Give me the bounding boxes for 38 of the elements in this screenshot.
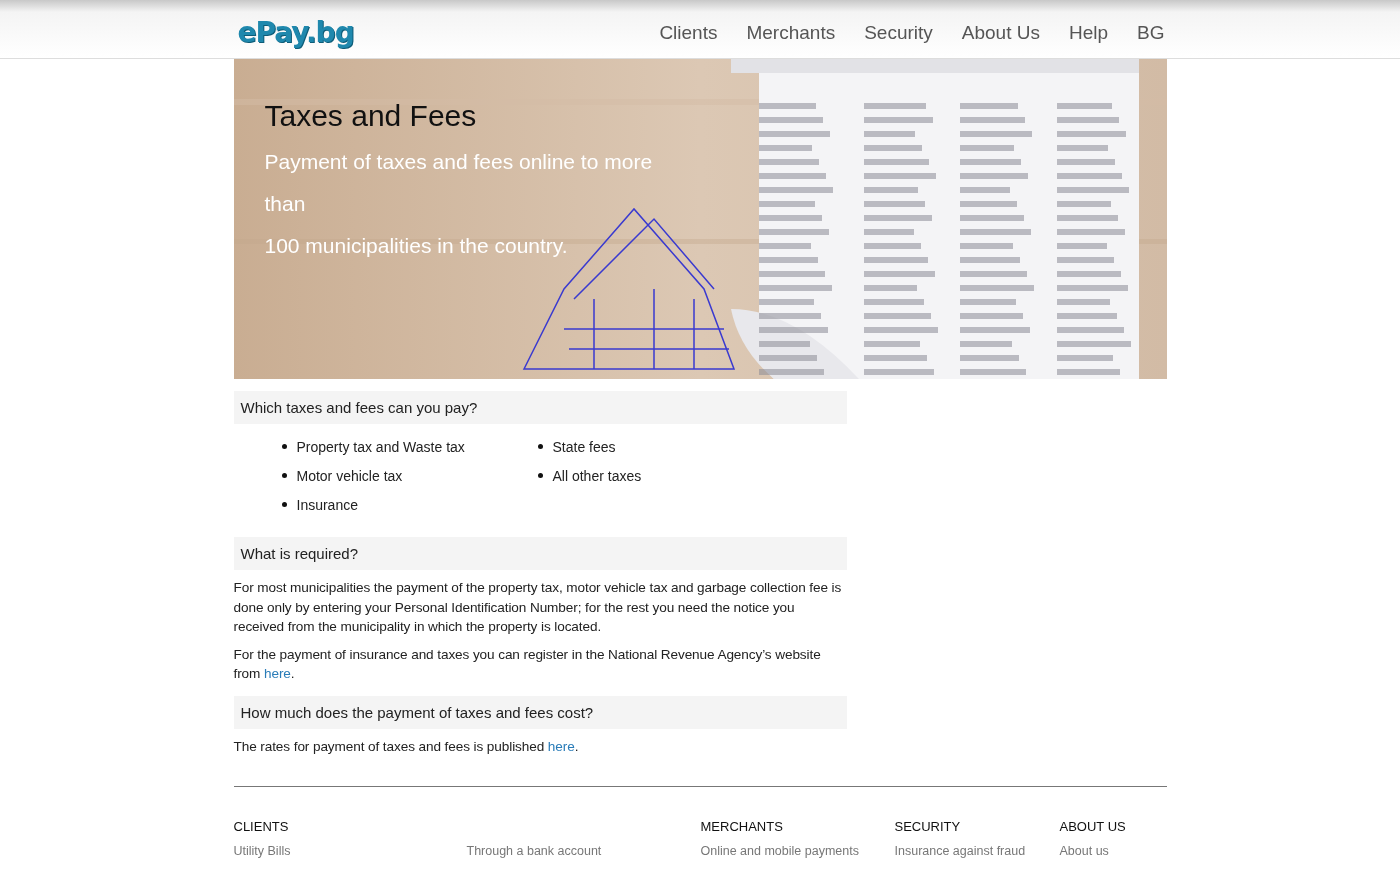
paragraph: For most municipalities the payment of the property tax, motor vehicle tax and garbage collection fee is done only by entering your Personal Identification Number; for the rest you need the notice you received from the municipality in which the property is located. — [233, 579, 843, 636]
footer-link[interactable]: Online and mobile payments — [700, 844, 895, 858]
banner-subtitle: 100 municipalities in the country. — [264, 233, 569, 259]
footer-link[interactable]: Utility Bills — [233, 844, 467, 858]
footer-link[interactable]: Insurance against fraud — [894, 844, 1060, 858]
list-item: All other taxes — [552, 467, 642, 484]
footer-heading: SECURITY — [894, 819, 962, 834]
nav-link[interactable]: Help — [1068, 22, 1109, 44]
link[interactable]: here — [547, 738, 575, 754]
footer-heading: ABOUT US — [1059, 819, 1126, 834]
section-heading: Which taxes and fees can you pay? — [233, 391, 847, 424]
paragraph: For the payment of insurance and taxes you can register in the National Revenue Agency’s website from here. — [233, 645, 822, 683]
nav-link[interactable]: BG — [1137, 22, 1165, 44]
list-item: State fees — [552, 438, 616, 455]
bullet-icon — [281, 473, 287, 478]
section-heading: How much does the payment of taxes and fees cost? — [233, 695, 847, 729]
section-heading: What is required? — [233, 537, 847, 570]
paragraph: The rates for payment of taxes and fees is published here. — [233, 737, 580, 756]
nav-link[interactable]: Security — [864, 22, 933, 44]
footer-heading: CLIENTS — [233, 819, 290, 834]
footer-link[interactable]: Through a bank account — [466, 844, 701, 858]
footer-link[interactable]: About us — [1059, 844, 1126, 858]
bullet-icon — [281, 444, 287, 449]
banner-subtitle: than — [264, 191, 307, 217]
bullet-icon — [537, 473, 543, 478]
list-item: Property tax and Waste tax — [296, 438, 465, 455]
nav-link[interactable]: Clients — [659, 22, 718, 44]
bullet-icon — [537, 444, 543, 449]
nav-link[interactable]: Merchants — [746, 22, 836, 44]
list-item: Motor vehicle tax — [296, 467, 403, 484]
nav-link[interactable]: About Us — [961, 22, 1040, 44]
link[interactable]: here — [263, 666, 291, 681]
bullet-icon — [281, 502, 287, 507]
banner-subtitle: Payment of taxes and fees online to more — [264, 149, 654, 175]
list-item: Insurance — [296, 496, 358, 513]
footer-heading: MERCHANTS — [700, 819, 784, 834]
banner-title: Taxes and Fees — [264, 99, 478, 133]
logo[interactable]: ePay.bg — [237, 15, 354, 49]
